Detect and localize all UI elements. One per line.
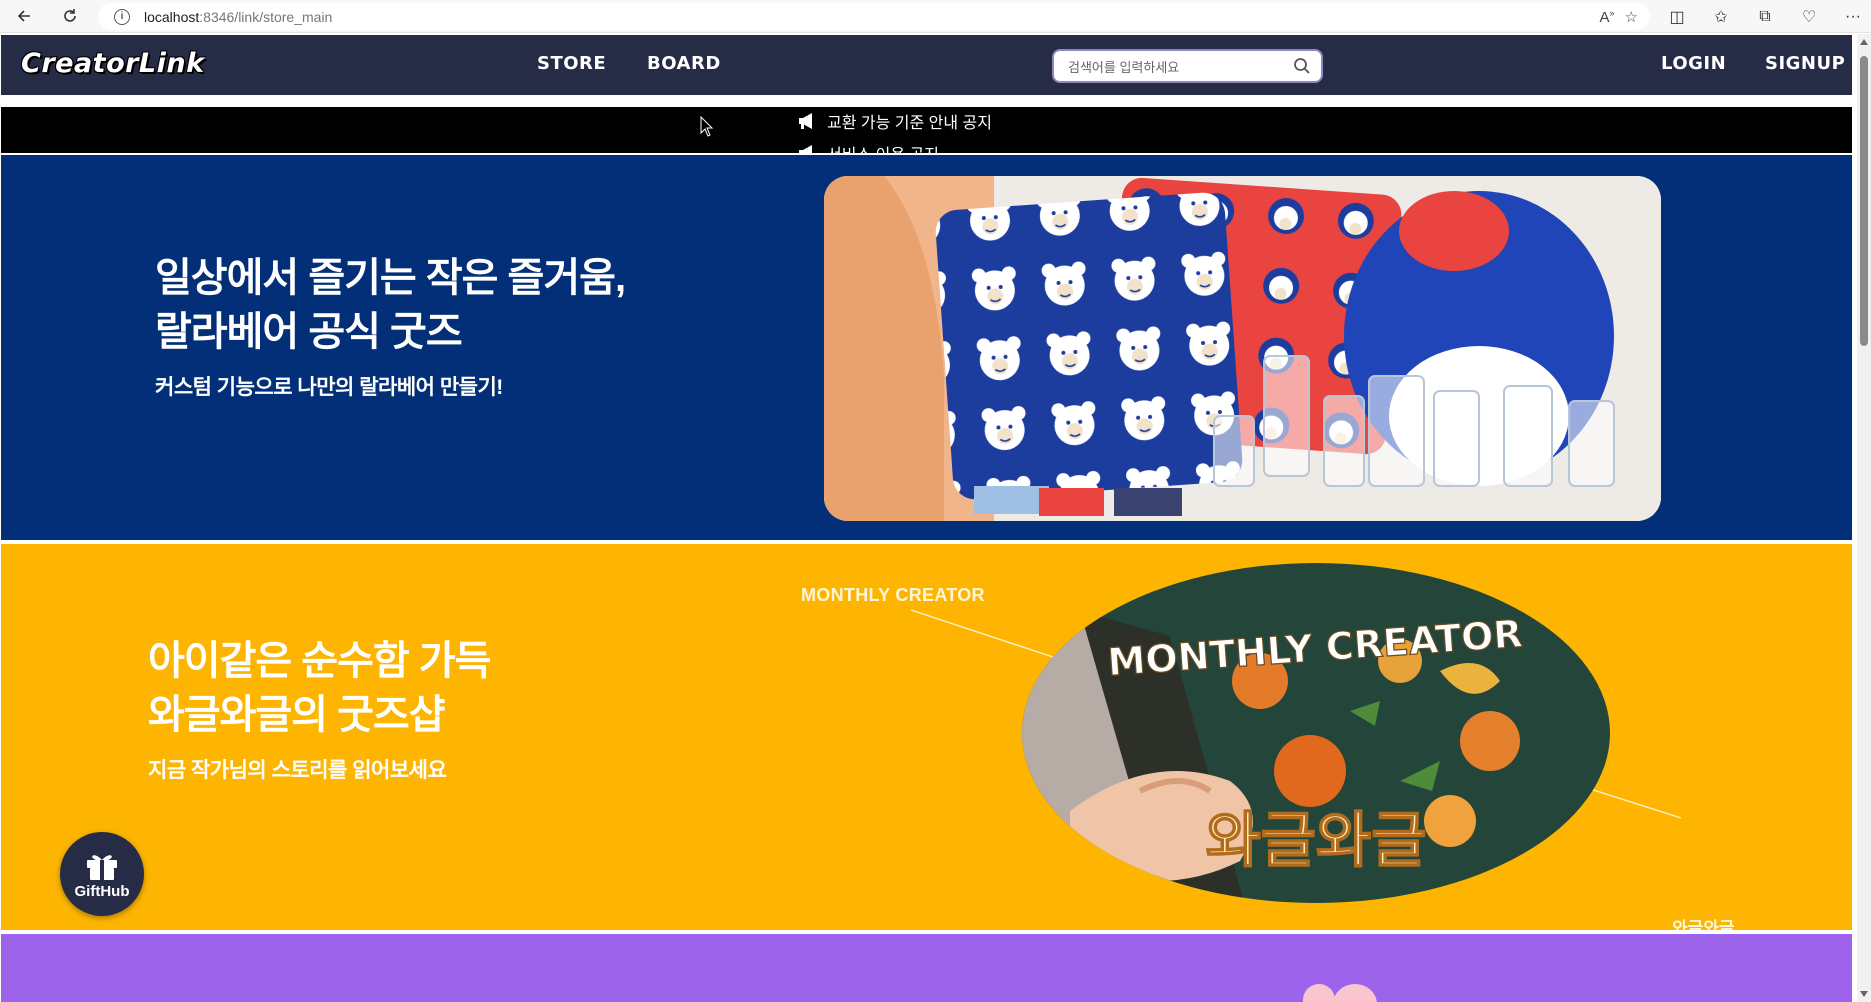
banner-third[interactable]	[1, 934, 1852, 1002]
search-input[interactable]	[1068, 57, 1288, 77]
nav-board[interactable]: BOARD	[647, 53, 721, 74]
page-viewport: CreatorLink STORE BOARD LOGIN SIGNUP 교환 …	[0, 34, 1857, 1002]
search-box	[1052, 49, 1323, 83]
mouse-cursor-icon	[700, 116, 714, 137]
signup-link[interactable]: SIGNUP	[1765, 53, 1845, 74]
lalabear-goods-photo	[824, 176, 1661, 521]
banner-headline: 일상에서 즐기는 작은 즐거움, 랄라베어 공식 굿즈	[155, 256, 626, 354]
banner-headline: 아이같은 순수함 가득 와글와글의 굿즈샵	[148, 639, 491, 737]
scrollbar-thumb[interactable]	[1860, 56, 1868, 346]
gifthub-label: GiftHub	[74, 882, 130, 900]
notice-text: 교환 가능 기준 안내 공지	[827, 115, 992, 132]
address-bar[interactable]: i localhost:8346/link/store_main A» ☆	[98, 3, 1650, 30]
browser-toolbar: i localhost:8346/link/store_main A» ☆ ◫ …	[0, 0, 1871, 33]
split-screen-icon[interactable]: ◫	[1660, 2, 1694, 32]
notice-item[interactable]: 교환 가능 기준 안내 공지	[797, 109, 992, 133]
site-header: CreatorLink STORE BOARD LOGIN SIGNUP	[1, 35, 1852, 95]
collections-icon[interactable]: ⧉	[1748, 2, 1782, 32]
back-button[interactable]	[7, 1, 41, 31]
site-info-icon[interactable]: i	[114, 8, 130, 25]
creator-name-image-text: 와글와글	[1206, 807, 1427, 874]
notice-ticker: 교환 가능 기준 안내 공지 서비스 이용 공지	[1, 107, 1852, 153]
banner-subline: 지금 작가님의 스토리를 읽어보세요	[148, 759, 447, 782]
reload-icon	[64, 9, 76, 22]
banner-subline: 커스텀 기능으로 나만의 랄라베어 만들기!	[155, 376, 503, 399]
notice-item[interactable]: 서비스 이용 공지	[797, 141, 939, 153]
character-ear-shape	[1303, 984, 1377, 1002]
login-link[interactable]: LOGIN	[1661, 53, 1726, 74]
gifthub-button[interactable]: GiftHub	[60, 832, 144, 916]
browser-essentials-icon[interactable]: ♡	[1792, 2, 1826, 32]
nav-store[interactable]: STORE	[537, 53, 606, 74]
banner-lalabear[interactable]: 일상에서 즐기는 작은 즐거움, 랄라베어 공식 굿즈 커스텀 기능으로 나만의…	[1, 155, 1852, 540]
scroll-up-arrow-icon[interactable]	[1860, 39, 1868, 45]
favorite-star-icon[interactable]: ☆	[1625, 8, 1638, 26]
back-arrow-icon	[17, 10, 30, 22]
banner-monthly-creator[interactable]: 아이같은 순수함 가득 와글와글의 굿즈샵 지금 작가님의 스토리를 읽어보세요…	[1, 544, 1852, 930]
page-scrollbar[interactable]	[1857, 34, 1871, 1002]
reload-button[interactable]	[53, 1, 87, 31]
notice-text: 서비스 이용 공지	[827, 141, 939, 153]
monthly-creator-tag: MONTHLY CREATOR	[801, 585, 985, 605]
gift-icon	[87, 854, 117, 880]
read-aloud-icon[interactable]: A»	[1600, 8, 1615, 26]
creator-feature-image: MONTHLY CREATOR 와글와글	[1022, 563, 1610, 903]
url-text: localhost:8346/link/store_main	[144, 8, 333, 25]
megaphone-icon	[799, 113, 812, 129]
more-menu-icon[interactable]: ···	[1836, 2, 1870, 32]
scroll-down-arrow-icon[interactable]	[1860, 991, 1868, 997]
creator-name-tag: 와글와글	[1672, 919, 1735, 930]
search-icon[interactable]	[1293, 57, 1311, 75]
site-logo[interactable]: CreatorLink	[21, 48, 205, 79]
megaphone-icon	[799, 145, 812, 153]
favorites-icon[interactable]: ✩	[1704, 2, 1738, 32]
